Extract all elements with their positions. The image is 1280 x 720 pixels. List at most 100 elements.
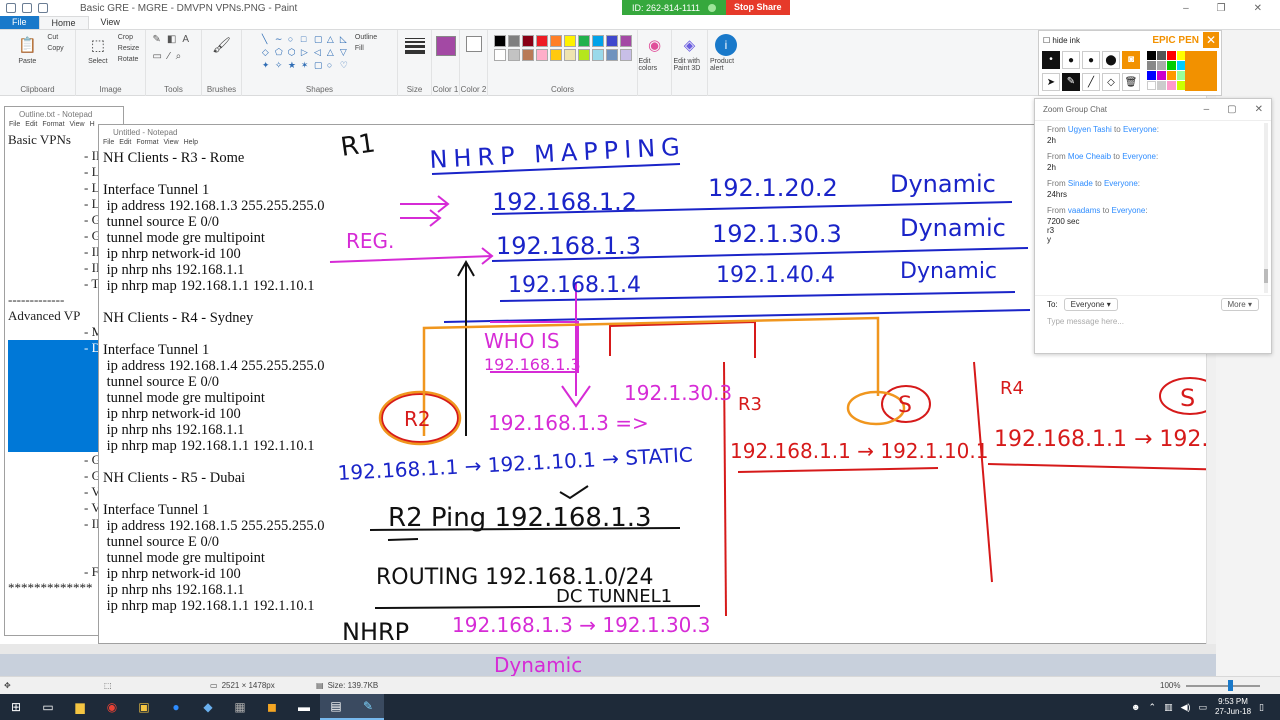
- palette-swatch[interactable]: [493, 49, 506, 61]
- save-icon[interactable]: [6, 3, 16, 13]
- chat-message-input[interactable]: Type message here...: [1047, 317, 1124, 326]
- fill-dropdown[interactable]: Fill: [355, 45, 377, 52]
- palette-swatch[interactable]: [591, 49, 604, 61]
- tab-home[interactable]: Home: [38, 16, 89, 29]
- dot-large-icon[interactable]: ●: [1082, 51, 1100, 69]
- app2-icon[interactable]: ◆: [192, 694, 224, 720]
- palette-swatch[interactable]: [507, 35, 520, 47]
- palette-swatch[interactable]: [549, 35, 562, 47]
- network-icon[interactable]: ▥: [1164, 702, 1173, 713]
- menu-view[interactable]: View: [70, 121, 85, 132]
- menu-help[interactable]: Help: [184, 139, 198, 150]
- resize-button[interactable]: Resize: [118, 45, 139, 52]
- chat-scrollbar[interactable]: [1264, 123, 1268, 293]
- color2-button[interactable]: Color 2: [460, 30, 488, 96]
- chrome-icon[interactable]: ◉: [96, 694, 128, 720]
- menu-file[interactable]: File: [103, 139, 114, 150]
- chevron-up-icon[interactable]: ⌃: [1149, 702, 1157, 713]
- crop-button[interactable]: Crop: [118, 34, 139, 41]
- palette-swatch[interactable]: [591, 35, 604, 47]
- color-palette[interactable]: [493, 35, 632, 61]
- copy-button[interactable]: Copy: [47, 45, 63, 52]
- menu-view[interactable]: View: [164, 139, 179, 150]
- recipient-dropdown[interactable]: Everyone ▾: [1063, 298, 1118, 311]
- paint-icon[interactable]: ✎: [352, 694, 384, 720]
- dot-small-icon[interactable]: •: [1042, 51, 1060, 69]
- palette-swatch[interactable]: [535, 49, 548, 61]
- color1-button[interactable]: Color 1: [432, 30, 460, 96]
- eraser-icon[interactable]: ▭: [153, 51, 162, 62]
- palette-swatch[interactable]: [619, 49, 632, 61]
- paste-button[interactable]: 📋 Paste: [11, 34, 43, 65]
- camera-icon[interactable]: ◙: [1122, 51, 1140, 69]
- edit-colors-button[interactable]: ◉ Edit colors: [638, 30, 672, 96]
- zoom-slider[interactable]: [1186, 685, 1260, 687]
- brushes-button[interactable]: 🖌: [206, 34, 238, 58]
- palette-swatch[interactable]: [563, 35, 576, 47]
- paint3d-button[interactable]: ◈ Edit with Paint 3D: [672, 30, 708, 96]
- more-button[interactable]: More ▾: [1220, 298, 1259, 311]
- select-button[interactable]: ⬚ Select: [82, 34, 114, 65]
- volume-icon[interactable]: ◀): [1181, 702, 1191, 713]
- palette-swatch[interactable]: [521, 49, 534, 61]
- close-button[interactable]: ✕: [1254, 3, 1262, 14]
- outline-dropdown[interactable]: Outline: [355, 34, 377, 41]
- palette-swatch[interactable]: [619, 35, 632, 47]
- rotate-button[interactable]: Rotate: [118, 56, 139, 63]
- menu-help[interactable]: H: [90, 121, 95, 132]
- language-icon[interactable]: ▭: [1199, 702, 1208, 713]
- close-button[interactable]: ✕: [1255, 104, 1263, 115]
- cursor-icon[interactable]: ➤: [1042, 73, 1060, 91]
- pencil-icon[interactable]: ✎: [153, 34, 161, 45]
- product-alert-button[interactable]: i Product alert: [708, 30, 744, 96]
- palette-swatch[interactable]: [605, 35, 618, 47]
- app-icon[interactable]: ▣: [128, 694, 160, 720]
- stop-share-button[interactable]: Stop Share: [726, 0, 790, 15]
- task-view-icon[interactable]: ▭: [32, 694, 64, 720]
- magnifier-icon[interactable]: ⌕: [176, 51, 182, 62]
- redo-icon[interactable]: [38, 3, 48, 13]
- color-picker-icon[interactable]: ⁄: [168, 51, 170, 62]
- text-icon[interactable]: A: [182, 34, 189, 45]
- notepad-icon[interactable]: ▤: [320, 694, 352, 720]
- meeting-id-badge[interactable]: ID: 262-814-1111: [622, 0, 727, 15]
- start-icon[interactable]: ⊞: [0, 694, 32, 720]
- people-icon[interactable]: ☻: [1131, 702, 1140, 712]
- palette-swatch[interactable]: [549, 49, 562, 61]
- palette-swatch[interactable]: [507, 49, 520, 61]
- tab-file[interactable]: File: [0, 16, 39, 29]
- palette-swatch[interactable]: [577, 49, 590, 61]
- maximize-button[interactable]: ❐: [1217, 3, 1226, 14]
- zoom-slider-knob[interactable]: [1228, 680, 1233, 691]
- current-color-swatch[interactable]: [1185, 51, 1217, 91]
- menu-format[interactable]: Format: [42, 121, 64, 132]
- undo-icon[interactable]: [22, 3, 32, 13]
- terminal-icon[interactable]: ▬: [288, 694, 320, 720]
- fill-icon[interactable]: ◧: [167, 34, 176, 45]
- palette-swatch[interactable]: [521, 35, 534, 47]
- tab-view[interactable]: View: [89, 16, 132, 29]
- pen-icon[interactable]: ✎: [1062, 73, 1080, 91]
- menu-edit[interactable]: Edit: [25, 121, 37, 132]
- maximize-button[interactable]: ▢: [1227, 104, 1236, 115]
- menu-format[interactable]: Format: [136, 139, 158, 150]
- epic-pen-colors[interactable]: [1147, 51, 1186, 90]
- app3-icon[interactable]: ▦: [224, 694, 256, 720]
- minimize-button[interactable]: –: [1183, 3, 1189, 14]
- dot-medium-icon[interactable]: ●: [1062, 51, 1080, 69]
- shapes-gallery[interactable]: ╲ ∼ ○ □ ▢ △ ◺ ◇ ⬠ ⬡ ▷ ◁ △ ▽ ✦ ✧ ★ ✶ ▢ ○ ♡: [262, 34, 351, 71]
- notifications-icon[interactable]: ▯: [1259, 702, 1264, 713]
- file-explorer-icon[interactable]: ▆: [64, 694, 96, 720]
- minimize-button[interactable]: –: [1204, 104, 1210, 115]
- highlighter-icon[interactable]: ╱: [1082, 73, 1100, 91]
- menu-edit[interactable]: Edit: [119, 139, 131, 150]
- palette-swatch[interactable]: [493, 35, 506, 47]
- trash-icon[interactable]: 🗑: [1122, 73, 1140, 91]
- eraser-tool-icon[interactable]: ◇: [1102, 73, 1120, 91]
- app4-icon[interactable]: ◼: [256, 694, 288, 720]
- close-icon[interactable]: ✕: [1203, 32, 1219, 48]
- palette-swatch[interactable]: [605, 49, 618, 61]
- clock[interactable]: 9:53 PM 27-Jun-18: [1215, 697, 1251, 717]
- palette-swatch[interactable]: [535, 35, 548, 47]
- cut-button[interactable]: Cut: [47, 34, 63, 41]
